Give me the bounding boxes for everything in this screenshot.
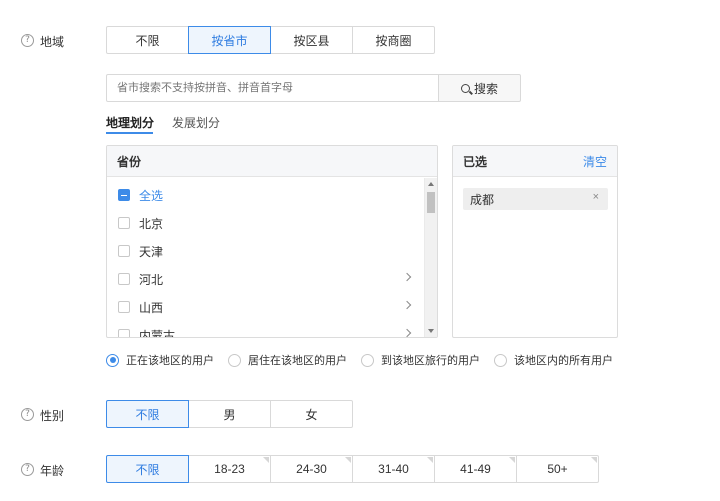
selected-panel: 已选 清空 成都 × bbox=[452, 145, 618, 338]
province-search-input[interactable] bbox=[106, 74, 439, 102]
gender-option-unlimited[interactable]: 不限 bbox=[106, 400, 189, 428]
corner-marker-icon bbox=[591, 457, 597, 463]
province-panel-title: 省份 bbox=[117, 154, 142, 169]
radio-currently-in-region[interactable]: 正在该地区的用户 bbox=[106, 352, 214, 368]
selected-panel-title: 已选 bbox=[463, 154, 488, 169]
list-item-label: 山西 bbox=[139, 300, 164, 315]
tab-development[interactable]: 发展划分 bbox=[172, 114, 220, 131]
gender-selector: 不限 男 女 bbox=[106, 400, 353, 428]
list-item-label: 北京 bbox=[139, 216, 164, 231]
radio-button[interactable] bbox=[106, 353, 119, 367]
gender-option-female[interactable]: 女 bbox=[270, 400, 353, 428]
list-item-select-all[interactable]: 全选 bbox=[107, 181, 424, 209]
age-option-24-30[interactable]: 24-30 bbox=[270, 455, 353, 483]
radio-label: 该地区内的所有用户 bbox=[514, 355, 613, 367]
corner-marker-icon bbox=[263, 457, 269, 463]
clear-button[interactable]: 清空 bbox=[583, 153, 607, 170]
list-item-label: 全选 bbox=[139, 188, 164, 203]
province-panel: 省份 全选 北京 天津 河北 山西 内蒙古 bbox=[106, 145, 438, 338]
list-item-label: 河北 bbox=[139, 272, 164, 287]
selected-panel-header: 已选 清空 bbox=[453, 146, 617, 177]
list-item-label: 天津 bbox=[139, 244, 164, 259]
search-button[interactable]: 搜索 bbox=[438, 74, 521, 102]
help-icon[interactable]: ? bbox=[21, 408, 34, 421]
checkbox[interactable] bbox=[118, 301, 130, 313]
list-item[interactable]: 河北 bbox=[107, 265, 424, 293]
search-icon bbox=[460, 83, 470, 93]
radio-living-in-region[interactable]: 居住在该地区的用户 bbox=[228, 352, 347, 368]
province-list-scrollbar[interactable] bbox=[424, 178, 437, 337]
age-option-label: 31-40 bbox=[378, 462, 409, 476]
help-icon[interactable]: ? bbox=[21, 34, 34, 47]
checkbox[interactable] bbox=[118, 245, 130, 257]
list-item[interactable]: 山西 bbox=[107, 293, 424, 321]
region-label: 地域 bbox=[40, 35, 65, 49]
region-option-unlimited[interactable]: 不限 bbox=[106, 26, 189, 54]
radio-label: 正在该地区的用户 bbox=[126, 355, 214, 367]
selected-tag: 成都 × bbox=[463, 188, 608, 210]
age-label: 年龄 bbox=[40, 464, 65, 478]
select-all-checkbox[interactable] bbox=[118, 189, 130, 201]
scroll-down-arrow-icon[interactable] bbox=[428, 329, 434, 333]
age-selector: 不限 18-23 24-30 31-40 41-49 50+ bbox=[106, 455, 599, 483]
age-option-50-plus[interactable]: 50+ bbox=[516, 455, 599, 483]
chevron-right-icon[interactable] bbox=[402, 328, 412, 337]
scroll-up-arrow-icon[interactable] bbox=[428, 182, 434, 186]
age-option-label: 41-49 bbox=[460, 462, 491, 476]
list-item[interactable]: 内蒙古 bbox=[107, 321, 424, 337]
checkbox[interactable] bbox=[118, 273, 130, 285]
corner-marker-icon bbox=[345, 457, 351, 463]
radio-button[interactable] bbox=[494, 353, 507, 367]
search-button-label: 搜索 bbox=[473, 81, 498, 96]
radio-button[interactable] bbox=[361, 353, 374, 367]
age-option-31-40[interactable]: 31-40 bbox=[352, 455, 435, 483]
radio-button[interactable] bbox=[228, 353, 241, 367]
selected-tag-label: 成都 bbox=[470, 192, 495, 207]
checkbox[interactable] bbox=[118, 329, 130, 337]
list-item[interactable]: 北京 bbox=[107, 209, 424, 237]
active-tab-indicator bbox=[106, 132, 153, 134]
age-option-label: 24-30 bbox=[296, 462, 327, 476]
user-scope-radio-group: 正在该地区的用户 居住在该地区的用户 到该地区旅行的用户 该地区内的所有用户 bbox=[106, 351, 627, 369]
age-option-label: 50+ bbox=[547, 462, 568, 476]
checkbox[interactable] bbox=[118, 217, 130, 229]
gender-label: 性别 bbox=[40, 409, 65, 423]
scroll-thumb[interactable] bbox=[427, 192, 435, 213]
province-panel-header: 省份 bbox=[107, 146, 437, 177]
age-option-label: 18-23 bbox=[214, 462, 245, 476]
region-option-by-province[interactable]: 按省市 bbox=[188, 26, 271, 54]
region-option-by-district[interactable]: 按区县 bbox=[270, 26, 353, 54]
list-item[interactable]: 天津 bbox=[107, 237, 424, 265]
province-list: 全选 北京 天津 河北 山西 内蒙古 bbox=[107, 178, 424, 337]
chevron-right-icon[interactable] bbox=[402, 300, 412, 310]
age-option-unlimited[interactable]: 不限 bbox=[106, 455, 189, 483]
radio-label: 居住在该地区的用户 bbox=[248, 355, 347, 367]
radio-all-users-in-region[interactable]: 该地区内的所有用户 bbox=[494, 352, 613, 368]
region-mode-selector: 不限 按省市 按区县 按商圈 bbox=[106, 26, 435, 54]
close-icon[interactable]: × bbox=[593, 191, 599, 203]
list-item-label: 内蒙古 bbox=[139, 328, 176, 338]
help-icon[interactable]: ? bbox=[21, 463, 34, 476]
region-option-by-business-area[interactable]: 按商圈 bbox=[352, 26, 435, 54]
age-option-18-23[interactable]: 18-23 bbox=[188, 455, 271, 483]
gender-option-male[interactable]: 男 bbox=[188, 400, 271, 428]
age-option-41-49[interactable]: 41-49 bbox=[434, 455, 517, 483]
radio-traveling-to-region[interactable]: 到该地区旅行的用户 bbox=[361, 352, 480, 368]
corner-marker-icon bbox=[509, 457, 515, 463]
corner-marker-icon bbox=[427, 457, 433, 463]
radio-label: 到该地区旅行的用户 bbox=[381, 355, 480, 367]
chevron-right-icon[interactable] bbox=[402, 272, 412, 282]
tab-geographic[interactable]: 地理划分 bbox=[106, 114, 154, 131]
